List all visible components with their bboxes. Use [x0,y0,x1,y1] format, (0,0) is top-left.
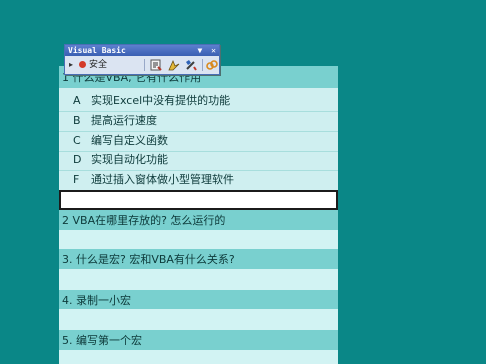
answer-row-3[interactable] [59,269,338,290]
close-icon[interactable]: ✕ [211,46,216,55]
option-text: 编写自定义函数 [91,134,168,147]
option-key: C [73,134,81,147]
toolbar-separator [202,59,203,71]
answer-row-5[interactable] [59,350,338,364]
option-row-b[interactable]: B 提高运行速度 [59,111,338,131]
run-macro-label: 安全 [89,60,108,70]
question-row-4[interactable]: 4. 录制一小宏 [59,290,338,309]
question-row-5[interactable]: 5. 编写第一个宏 [59,330,338,350]
option-row-a[interactable]: A 实现Excel中没有提供的功能 [59,91,338,111]
toolbar-overflow-arrow-icon[interactable]: ▸ [69,58,73,72]
run-icon [79,61,86,68]
design-mode-icon[interactable] [167,58,181,72]
option-text: 实现Excel中没有提供的功能 [91,94,231,107]
worksheet[interactable]: 1 什么是VBA, 它有什么作用 A 实现Excel中没有提供的功能 B 提高运行速… [59,66,338,364]
toolbar-body: ▸ 安全 [65,56,219,74]
answer-row-4[interactable] [59,309,338,330]
visual-basic-toolbar[interactable]: Visual Basic ▼ ✕ ▸ 安全 [64,44,220,75]
option-key: B [73,114,81,127]
toolbar-options-dropdown-icon[interactable]: ▼ [198,46,203,55]
tools-icon[interactable] [184,58,198,72]
code-icon[interactable] [149,58,163,72]
toolbar-title: Visual Basic [68,46,126,55]
answer-row-2[interactable] [59,230,338,249]
option-key: D [73,153,82,166]
selected-cell[interactable] [59,190,338,210]
toolbar-separator [144,59,145,71]
option-text: 通过插入窗体做小型管理软件 [91,173,234,186]
option-key: A [73,94,81,107]
option-text: 提高运行速度 [91,114,157,127]
option-text: 实现自动化功能 [91,153,168,166]
option-row-c[interactable]: C 编写自定义函数 [59,131,338,151]
question-row-3[interactable]: 3. 什么是宏? 宏和VBA有什么关系? [59,249,338,269]
option-row-f[interactable]: F 通过插入窗体做小型管理软件 [59,170,338,190]
question-row-2[interactable]: 2 VBA在哪里存放的? 怎么运行的 [59,210,338,230]
link-icon[interactable] [206,58,218,72]
toolbar-title-bar[interactable]: Visual Basic ▼ ✕ [65,45,219,56]
option-key: F [73,173,80,186]
option-row-d[interactable]: D 实现自动化功能 [59,150,338,170]
run-macro-button[interactable]: 安全 [79,58,107,72]
